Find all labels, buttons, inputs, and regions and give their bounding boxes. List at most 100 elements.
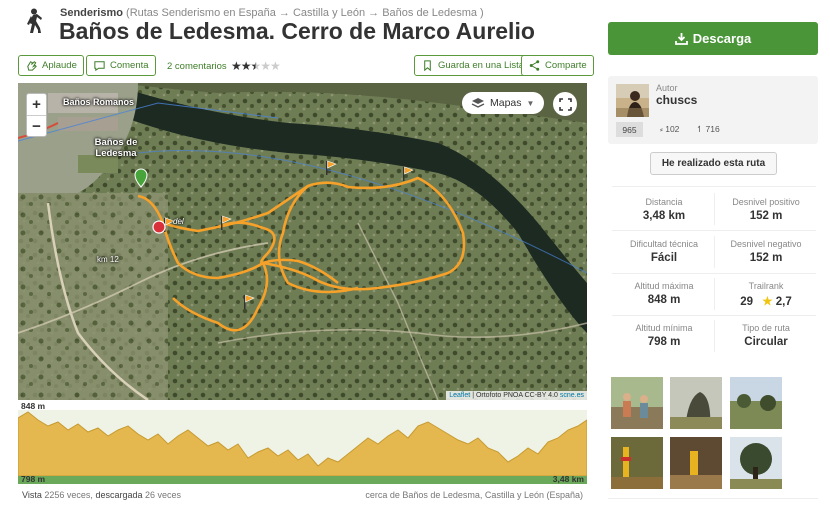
downloads-count: 26 veces <box>145 490 182 500</box>
comment-icon <box>94 61 105 72</box>
stat-trailrank: Trailrank 29 ★ 2,7 <box>714 281 818 308</box>
route-page: Senderismo (Rutas Senderismo en España →… <box>0 0 830 507</box>
stat-elevation-gain: Desnivel positivo 152 m <box>714 197 818 222</box>
comments-link[interactable]: 2 comentarios <box>167 61 227 72</box>
map-attribution: Leaflet | Ortofoto PNOA CC-BY 4.0 scne.e… <box>446 391 587 400</box>
stat-route-type: Tipo de ruta Circular <box>714 323 818 348</box>
stat-label: Distancia <box>645 197 683 207</box>
route-map[interactable]: Baños Romanos Baños de Ledesma km 12 del… <box>18 83 587 400</box>
stat-label: Altitud máxima <box>634 281 694 291</box>
profile-min-label: 798 m <box>21 474 46 484</box>
stat-difficulty: Dificultad técnica Fácil <box>612 239 716 264</box>
stat-value: 152 m <box>749 252 783 264</box>
rating-stars: ★★★★★ <box>231 59 281 73</box>
stat-label: Desnivel negativo <box>730 239 802 249</box>
zoom-out-button[interactable]: − <box>27 115 46 136</box>
downloads-label: descargada <box>95 490 143 500</box>
fullscreen-button[interactable] <box>553 92 577 116</box>
zoom-in-button[interactable]: + <box>27 94 46 115</box>
scne-link[interactable]: scne.es <box>560 392 584 399</box>
leaflet-link[interactable]: Leaflet <box>449 392 470 399</box>
route-photo[interactable] <box>730 377 782 429</box>
star-half-icon: ★ <box>250 59 262 73</box>
stat-label: Tipo de ruta <box>742 323 790 333</box>
trailrank-value: 29 <box>740 296 754 308</box>
stat-label: Desnivel positivo <box>732 197 800 207</box>
route-photo[interactable] <box>670 377 722 429</box>
author-card[interactable]: Autor chuscs 965 ⸗ 102 ↿ 716 <box>608 76 818 144</box>
map-label-banos-romanos: Baños Romanos <box>63 97 135 107</box>
stat-label: Altitud mínima <box>635 323 693 333</box>
route-photo[interactable] <box>611 377 663 429</box>
stat-value: 3,48 km <box>642 210 686 222</box>
author-trails: ↿ 716 <box>696 124 720 135</box>
divider <box>608 498 818 499</box>
page-title: Baños de Ledesma. Cerro de Marco Aurelio <box>59 18 535 44</box>
comment-button[interactable]: Comenta <box>86 55 156 76</box>
author-followers: ⸗ 102 <box>660 124 679 134</box>
author-rank-badge: 965 <box>616 122 643 137</box>
stat-value: 152 m <box>749 210 783 222</box>
stat-label: Trailrank <box>748 281 784 291</box>
map-label-town: Baños de Ledesma <box>94 137 138 159</box>
map-label-km: km 12 <box>97 255 119 264</box>
hiking-icon <box>27 8 42 33</box>
views-label: Vista <box>22 490 42 500</box>
save-to-list-button[interactable]: Guarda en una Lista <box>414 55 532 76</box>
profile-max-label: 848 m <box>21 401 46 411</box>
trailrank-score: 2,7 <box>775 296 792 308</box>
save-to-list-label: Guarda en una Lista <box>438 60 525 71</box>
route-photo[interactable] <box>611 437 663 489</box>
trails-count: 716 <box>705 124 720 134</box>
stat-value: Fácil <box>650 252 678 264</box>
attribution-text: | Ortofoto PNOA CC-BY 4.0 <box>470 392 560 399</box>
download-button[interactable]: Descarga <box>608 22 818 55</box>
elevation-profile[interactable]: 848 m 798 m 3,48 km <box>17 400 588 486</box>
star-icon: ★ <box>762 296 773 308</box>
divider <box>612 230 816 231</box>
avatar[interactable] <box>616 84 649 117</box>
trails-icon: ↿ <box>696 124 704 134</box>
applause-icon <box>27 61 37 71</box>
layers-icon <box>471 98 485 108</box>
done-route-button[interactable]: He realizado esta ruta <box>650 152 777 175</box>
comment-label: Comenta <box>110 60 149 71</box>
stat-distance: Distancia 3,48 km <box>612 197 716 222</box>
profile-distance-label: 3,48 km <box>552 474 584 484</box>
share-label: Comparte <box>545 60 587 71</box>
author-name[interactable]: chuscs <box>656 93 697 107</box>
fullscreen-icon <box>558 97 572 111</box>
chevron-down-icon: ▼ <box>526 98 535 108</box>
divider <box>612 273 816 274</box>
route-photo[interactable] <box>730 437 782 489</box>
route-photo[interactable] <box>670 437 722 489</box>
download-label: Descarga <box>692 31 752 46</box>
views-count: 2256 veces, <box>44 490 93 500</box>
share-icon <box>529 60 540 71</box>
satellite-imagery <box>18 83 587 400</box>
followers-count: 102 <box>665 124 680 134</box>
stat-value: Circular <box>744 336 788 348</box>
applaud-button[interactable]: Aplaude <box>18 55 84 76</box>
map-layers-button[interactable]: Mapas ▼ <box>462 92 544 114</box>
zoom-control: + − <box>26 93 47 137</box>
route-location: cerca de Baños de Ledesma, Castilla y Le… <box>365 490 583 500</box>
bookmark-icon <box>424 60 431 72</box>
elevation-chart <box>17 410 588 484</box>
applaud-label: Aplaude <box>42 60 77 71</box>
divider <box>612 186 816 187</box>
stat-elevation-loss: Desnivel negativo 152 m <box>714 239 818 264</box>
stat-min-altitude: Altitud mínima 798 m <box>612 323 716 348</box>
author-label: Autor <box>656 83 678 93</box>
star-empty-icon: ★★ <box>260 59 280 73</box>
view-stats: Vista 2256 veces, descargada 26 veces <box>22 490 181 500</box>
map-layers-label: Mapas <box>490 97 522 109</box>
stat-value: 798 m <box>647 336 681 348</box>
divider <box>612 315 816 316</box>
share-button[interactable]: Comparte <box>521 55 594 76</box>
map-label-del: del <box>173 217 184 226</box>
stat-value: 848 m <box>647 294 681 306</box>
stat-label: Dificultad técnica <box>629 239 699 249</box>
stat-max-altitude: Altitud máxima 848 m <box>612 281 716 306</box>
followers-icon: ⸗ <box>660 124 663 134</box>
